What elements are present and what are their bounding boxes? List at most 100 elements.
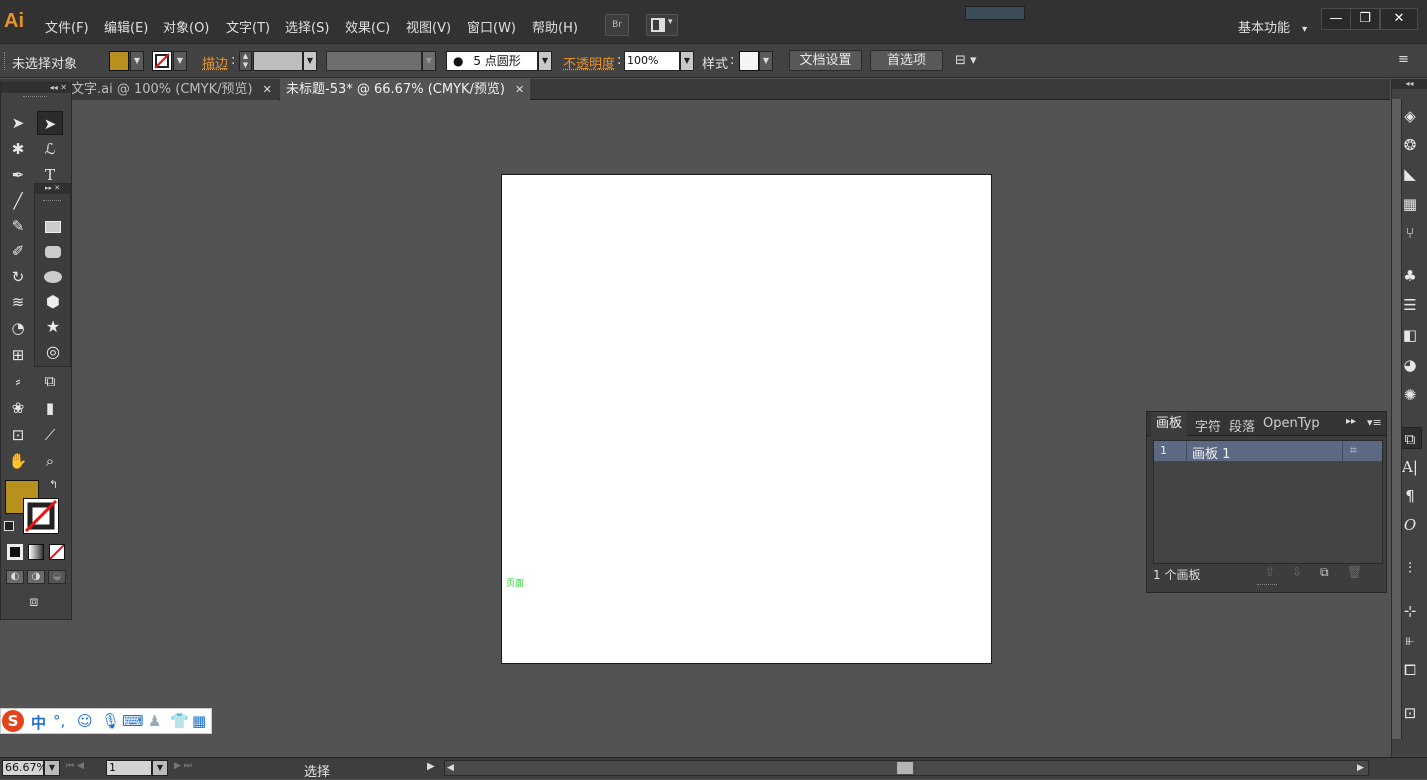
zoom-tool-icon[interactable]: ⌕ <box>37 449 63 473</box>
chevron-down-icon[interactable]: ▼ <box>173 51 187 71</box>
eyedropper-tool-icon[interactable]: ⸗ <box>5 369 31 393</box>
zoom-field[interactable]: 66.67% <box>2 760 44 776</box>
rectangle-tool-icon[interactable] <box>43 218 63 236</box>
star-tool-icon[interactable]: ★ <box>43 318 63 336</box>
chevron-down-icon[interactable]: ▼ <box>130 51 144 71</box>
user-icon[interactable]: ♟ <box>148 712 161 730</box>
tab-document-1[interactable]: 文字.ai @ 100% (CMYK/预览) ✕ <box>65 79 278 100</box>
stroke-label[interactable]: 描边 <box>202 53 228 72</box>
workspace-switcher[interactable]: 基本功能 ▾ <box>1238 17 1307 36</box>
swap-colors-icon[interactable]: ↰ <box>49 478 58 491</box>
scroll-left-icon[interactable]: ◀ <box>447 761 454 775</box>
menu-object[interactable]: 对象(O) <box>163 17 209 36</box>
grip-handle[interactable] <box>4 52 7 70</box>
blob-brush-tool-icon[interactable]: ✐ <box>5 239 31 263</box>
last-artboard-icon[interactable]: ▶ ⏭ <box>174 761 192 771</box>
artboard-tool-icon[interactable]: ⊡ <box>5 423 31 447</box>
toolbox-header[interactable]: ◂◂ ✕ <box>1 83 71 93</box>
restore-button[interactable]: ❐ <box>1350 8 1380 30</box>
microphone-icon[interactable]: 🎙 <box>101 712 120 730</box>
menu-select[interactable]: 选择(S) <box>285 17 329 36</box>
artboard-options-icon[interactable]: ⌗ <box>1350 443 1357 458</box>
paintbrush-tool-icon[interactable]: ✎ <box>5 214 31 238</box>
draw-behind-icon[interactable]: ◑ <box>27 570 45 584</box>
hand-tool-icon[interactable]: ✋ <box>5 449 31 473</box>
menu-file[interactable]: 文件(F) <box>45 17 89 36</box>
flyout-header[interactable]: ▸▸ ✕ <box>35 184 70 194</box>
move-up-icon[interactable]: ⇧ <box>1265 565 1275 579</box>
chevron-down-icon[interactable]: ▼ <box>44 760 60 776</box>
sogou-logo-icon[interactable]: S <box>2 710 24 732</box>
screen-mode-icon[interactable]: ⧈ <box>21 594 47 612</box>
rotate-tool-icon[interactable]: ↻ <box>5 265 31 289</box>
stroke-color-swatch[interactable] <box>23 498 59 534</box>
none-mode-icon[interactable] <box>49 544 65 560</box>
new-artboard-icon[interactable]: ⧉ <box>1320 565 1329 580</box>
style-swatch[interactable] <box>739 51 759 71</box>
panel-menu-icon[interactable]: ▾≡ <box>1367 416 1382 429</box>
mesh-tool-icon[interactable]: ⊞ <box>5 343 31 367</box>
emoji-icon[interactable]: ☺ <box>77 712 93 730</box>
status-menu-arrow[interactable]: ▶ <box>427 761 435 772</box>
pen-tool-icon[interactable]: ✒ <box>5 163 31 187</box>
fill-swatch[interactable] <box>109 51 129 71</box>
grip-handle[interactable] <box>43 200 61 201</box>
chevron-down-icon[interactable]: ▼ <box>303 51 317 71</box>
direct-selection-tool-icon[interactable]: ➤ <box>37 111 63 135</box>
horizontal-scrollbar[interactable]: ◀ ▶ <box>444 760 1369 776</box>
resize-grip[interactable] <box>1257 584 1277 585</box>
polygon-tool-icon[interactable]: ⬢ <box>43 293 63 311</box>
arrange-icon[interactable]: ⊟ ▾ <box>955 53 977 68</box>
selection-tool-icon[interactable]: ➤ <box>5 111 31 135</box>
list-item[interactable]: 1 画板 1 ⌗ <box>1154 441 1382 462</box>
panel-menu-icon[interactable]: ≡ <box>1398 52 1409 67</box>
menu-effect[interactable]: 效果(C) <box>345 17 390 36</box>
document-setup-button[interactable]: 文档设置 <box>789 50 862 71</box>
tab-character[interactable]: 字符 <box>1195 416 1221 435</box>
minimize-button[interactable]: — <box>1321 8 1351 30</box>
search-field[interactable] <box>965 6 1025 20</box>
lasso-tool-icon[interactable]: ℒ <box>37 137 63 161</box>
gradient-mode-icon[interactable] <box>28 544 44 560</box>
menu-edit[interactable]: 编辑(E) <box>104 17 148 36</box>
stepper-icon[interactable]: ▲ ▼ <box>239 51 252 71</box>
arrange-documents-button[interactable]: ▾ <box>646 14 678 36</box>
brush-dropdown[interactable]: ● 5 点圆形 <box>446 51 538 71</box>
menu-view[interactable]: 视图(V) <box>406 17 451 36</box>
opacity-label[interactable]: 不透明度 <box>563 53 615 72</box>
grip-handle[interactable] <box>23 96 47 98</box>
artboard-name[interactable]: 画板 1 <box>1192 443 1230 462</box>
tab-paragraph[interactable]: 段落 <box>1229 416 1255 435</box>
toolbox-grid-icon[interactable]: ▦ <box>192 712 206 730</box>
graph-tool-icon[interactable]: ▮ <box>37 396 63 420</box>
punctuation-toggle[interactable]: °, <box>53 712 65 730</box>
tab-opentype[interactable]: OpenTyp <box>1263 416 1323 431</box>
slice-tool-icon[interactable]: ⟋ <box>37 423 63 447</box>
default-colors-icon[interactable] <box>4 521 14 531</box>
scroll-thumb[interactable] <box>897 762 913 774</box>
chevron-down-icon[interactable]: ▼ <box>152 760 168 776</box>
close-icon[interactable]: ✕ <box>515 83 524 96</box>
artboard-nav-field[interactable]: 1 <box>106 760 152 776</box>
delete-icon[interactable]: 🗑 <box>1347 565 1362 579</box>
stroke-swatch[interactable] <box>152 51 172 71</box>
tab-document-2[interactable]: 未标题-53* @ 66.67% (CMYK/预览) ✕ <box>280 79 531 100</box>
draw-inside-icon[interactable]: ◒ <box>48 570 66 584</box>
first-artboard-icon[interactable]: ⏮ ◀ <box>66 761 84 771</box>
chevron-down-icon[interactable]: ▼ <box>680 51 694 71</box>
ellipse-tool-icon[interactable] <box>43 268 63 286</box>
bridge-button[interactable]: Br <box>605 14 629 36</box>
preferences-button[interactable]: 首选项 <box>870 50 943 71</box>
variable-width-dropdown[interactable] <box>326 51 422 71</box>
chevron-down-icon[interactable]: ▼ <box>538 51 552 71</box>
dock-header[interactable]: ◂◂ <box>1392 79 1427 89</box>
expand-icon[interactable]: ▸▸ <box>1346 416 1356 427</box>
artboard[interactable] <box>501 174 992 664</box>
opacity-field[interactable]: 100% <box>624 51 680 71</box>
keyboard-icon[interactable]: ⌨ <box>122 712 144 730</box>
flare-tool-icon[interactable]: ◎ <box>43 343 63 361</box>
rounded-rectangle-tool-icon[interactable] <box>43 243 63 261</box>
vertical-scrollbar[interactable] <box>1392 99 1402 739</box>
chevron-down-icon[interactable]: ▼ <box>422 51 436 71</box>
menu-help[interactable]: 帮助(H) <box>532 17 578 36</box>
